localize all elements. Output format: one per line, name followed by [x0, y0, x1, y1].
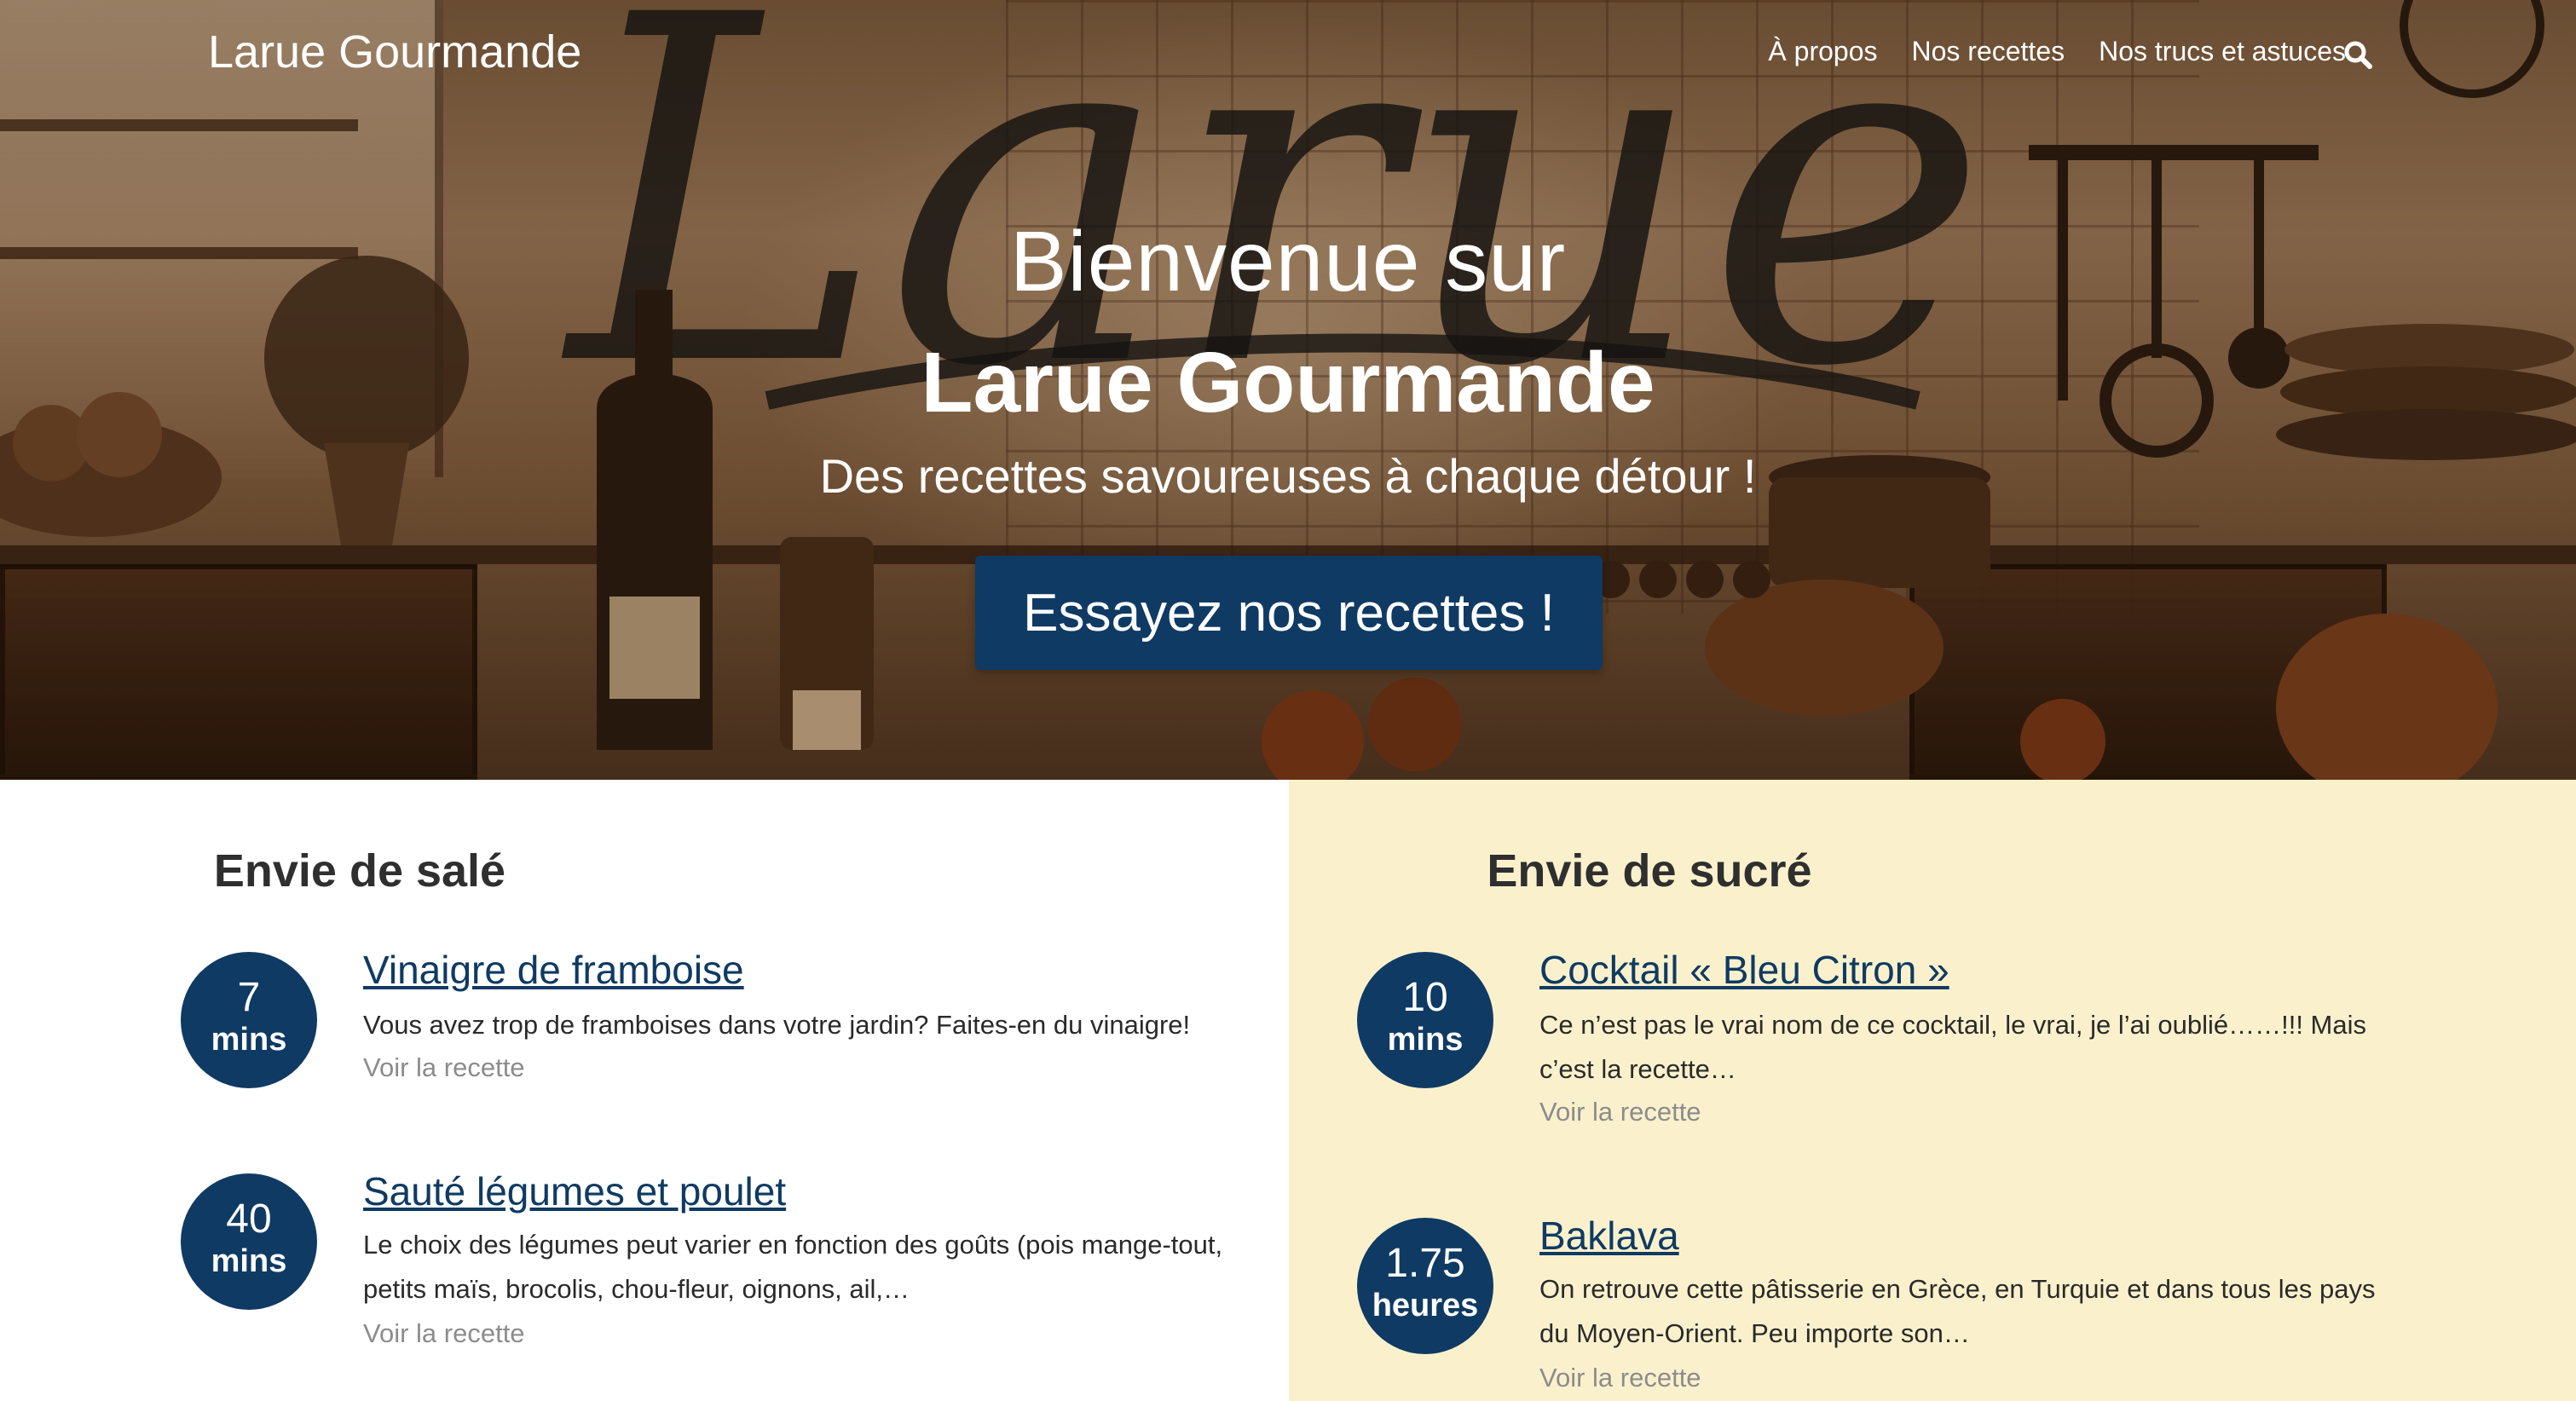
hero-heading-line1: Bienvenue sur [1009, 214, 1567, 309]
time-unit: heures [1372, 1288, 1479, 1323]
sweet-title: Envie de sucré [1487, 845, 1812, 897]
view-recipe-link[interactable]: Voir la recette [1539, 1097, 1701, 1127]
time-value: 7 [237, 975, 261, 1020]
try-recipes-button[interactable]: Essayez nos recettes ! [975, 556, 1603, 670]
recipe-title-link[interactable]: Vinaigre de framboise [363, 947, 744, 993]
time-badge: 1.75 heures [1357, 1218, 1493, 1354]
time-unit: mins [211, 1243, 287, 1279]
savory-title: Envie de salé [213, 845, 506, 897]
hero-banner: Larue Larue Gourmande À propos Nos recet… [0, 0, 2576, 780]
site-title[interactable]: Larue Gourmande [208, 26, 581, 78]
main-nav: À propos Nos recettes Nos trucs et astuc… [1768, 36, 2346, 67]
time-value: 40 [226, 1196, 272, 1242]
recipe-title-link[interactable]: Baklava [1539, 1213, 1679, 1259]
sweet-section: Envie de sucré 10 mins Cocktail « Bleu C… [1289, 780, 2576, 1401]
search-icon [2344, 41, 2372, 69]
recipe-title-link[interactable]: Cocktail « Bleu Citron » [1539, 947, 1949, 993]
recipe-description: Le choix des légumes peut varier en fonc… [363, 1230, 1223, 1304]
time-unit: mins [211, 1022, 287, 1058]
view-recipe-link[interactable]: Voir la recette [363, 1052, 525, 1083]
recipe-description: On retrouve cette pâtisserie en Grèce, e… [1539, 1274, 2376, 1348]
time-value: 1.75 [1385, 1241, 1465, 1286]
recipe-description: Vous avez trop de framboises dans votre … [363, 1010, 1191, 1040]
nav-trucs-astuces[interactable]: Nos trucs et astuces [2099, 36, 2346, 67]
time-badge: 7 mins [181, 952, 317, 1088]
hero-subtitle: Des recettes savoureuses à chaque détour… [819, 449, 1757, 503]
time-badge: 10 mins [1357, 952, 1493, 1088]
time-value: 10 [1402, 975, 1448, 1020]
time-unit: mins [1387, 1022, 1464, 1058]
view-recipe-link[interactable]: Voir la recette [363, 1318, 525, 1349]
nav-a-propos[interactable]: À propos [1768, 36, 1877, 67]
hero-heading-line2: Larue Gourmande [921, 335, 1655, 430]
nav-nos-recettes[interactable]: Nos recettes [1911, 36, 2065, 67]
recipe-description: Ce n’est pas le vrai nom de ce cocktail,… [1539, 1010, 2367, 1084]
time-badge: 40 mins [181, 1173, 317, 1310]
recipe-title-link[interactable]: Sauté légumes et poulet [363, 1168, 786, 1214]
search-button[interactable] [2342, 39, 2373, 70]
view-recipe-link[interactable]: Voir la recette [1539, 1363, 1701, 1393]
